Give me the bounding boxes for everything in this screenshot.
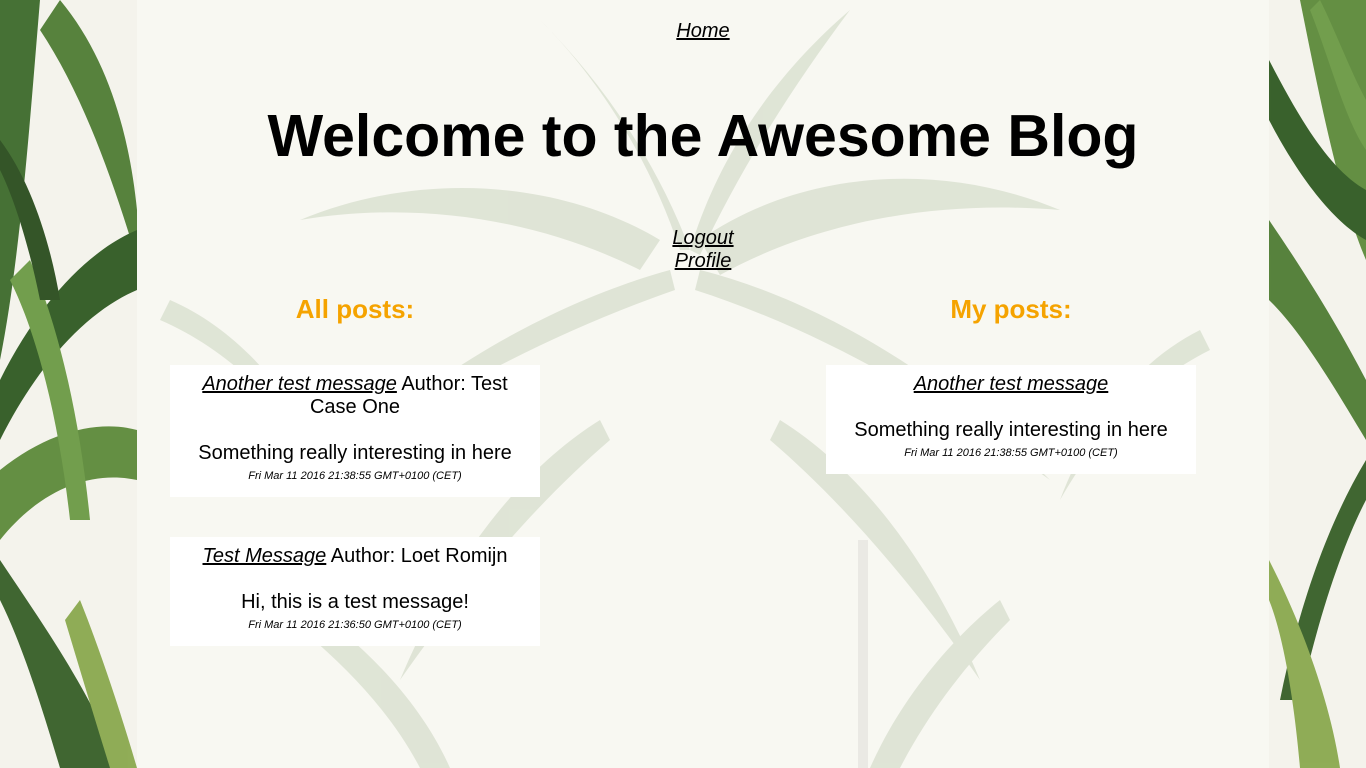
profile-link[interactable]: Profile bbox=[675, 250, 732, 273]
page-title: Welcome to the Awesome Blog bbox=[267, 103, 1139, 169]
all-posts-column: All posts: Another test message Author: … bbox=[170, 290, 540, 646]
post-date: Fri Mar 11 2016 21:38:55 GMT+0100 (CET) bbox=[904, 447, 1118, 459]
logout-link[interactable]: Logout bbox=[672, 227, 733, 250]
post-header: Another test message bbox=[844, 373, 1178, 396]
top-nav: Home bbox=[137, 19, 1269, 43]
post-author: Author: Loet Romijn bbox=[330, 545, 508, 567]
all-posts-heading: All posts: bbox=[295, 294, 415, 324]
post-date: Fri Mar 11 2016 21:38:55 GMT+0100 (CET) bbox=[248, 470, 462, 482]
post-date: Fri Mar 11 2016 21:36:50 GMT+0100 (CET) bbox=[248, 619, 462, 631]
post-card: Another test message Author: Test Case O… bbox=[170, 365, 540, 497]
post-body: Hi, this is a test message! bbox=[241, 591, 469, 613]
post-title-link[interactable]: Test Message bbox=[203, 545, 327, 567]
post-body: Something really interesting in here bbox=[854, 419, 1168, 441]
post-title-link[interactable]: Another test message bbox=[202, 373, 397, 395]
post-title-link[interactable]: Another test message bbox=[914, 373, 1109, 395]
post-header: Test Message Author: Loet Romijn bbox=[188, 545, 522, 568]
post-body: Something really interesting in here bbox=[198, 442, 512, 464]
home-link[interactable]: Home bbox=[676, 20, 729, 42]
post-header: Another test message Author: Test Case O… bbox=[188, 373, 522, 419]
account-links: Logout Profile bbox=[137, 227, 1269, 273]
page-container: Home Welcome to the Awesome Blog Logout … bbox=[137, 0, 1269, 768]
my-posts-column: My posts: Another test message Something… bbox=[826, 290, 1196, 474]
post-card: Test Message Author: Loet Romijn Hi, thi… bbox=[170, 537, 540, 646]
post-card: Another test message Something really in… bbox=[826, 365, 1196, 474]
my-posts-heading: My posts: bbox=[950, 294, 1072, 324]
